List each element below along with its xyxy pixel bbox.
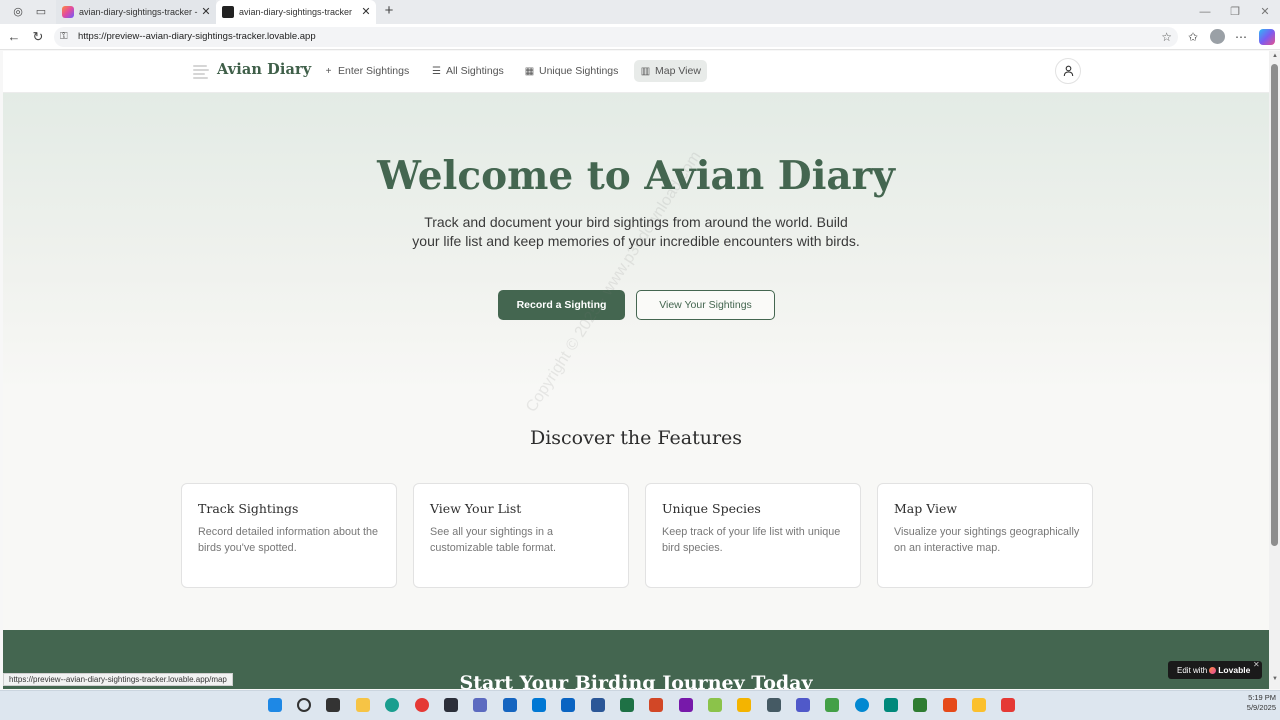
plus-icon: +: [325, 66, 332, 77]
list-icon: ☰: [432, 66, 441, 77]
site-header: Avian Diary + Enter Sightings ☰ All Sighti…: [3, 51, 1269, 93]
excel-icon[interactable]: [620, 698, 634, 712]
nav-label: Enter Sightings: [338, 65, 410, 77]
hero-title: Welcome to Avian Diary: [377, 153, 895, 199]
user-account-button[interactable]: [1055, 58, 1081, 84]
features-title: Discover the Features: [529, 427, 743, 449]
browser-tab[interactable]: avian-diary-sightings-tracker - Lo ✕: [56, 0, 216, 24]
scroll-down-icon[interactable]: ▼: [1272, 676, 1278, 682]
feature-card-description: Visualize your sightings geographically …: [894, 526, 1080, 554]
edge-icon[interactable]: [385, 698, 399, 712]
back-icon[interactable]: ←: [6, 29, 22, 45]
feature-card-title: Unique Species: [662, 501, 761, 516]
chrome-icon[interactable]: [415, 698, 429, 712]
app-icon[interactable]: [913, 698, 927, 712]
app-icon[interactable]: [561, 698, 575, 712]
user-icon: [1063, 65, 1074, 77]
feature-card: Unique Species Keep track of your life l…: [645, 483, 861, 588]
nav-unique-sightings[interactable]: ▦ Unique Sightings: [518, 60, 624, 82]
view-sightings-button[interactable]: View Your Sightings: [636, 290, 775, 320]
status-link-preview: https://preview--avian-diary-sightings-t…: [3, 673, 233, 686]
app-icon[interactable]: [473, 698, 487, 712]
browser-tab-title: avian-diary-sightings-tracker: [239, 7, 353, 17]
close-window-icon[interactable]: ✕: [1250, 0, 1280, 24]
nav-label: Map View: [655, 65, 701, 77]
close-tab-icon[interactable]: ✕: [360, 0, 372, 24]
feature-card-title: View Your List: [430, 501, 522, 516]
browser-tab-active[interactable]: avian-diary-sightings-tracker ✕: [216, 0, 376, 24]
feature-card-description: Keep track of your life list with unique…: [662, 526, 841, 554]
feature-card-description: See all your sightings in a customizable…: [430, 526, 557, 554]
app-icon[interactable]: [767, 698, 781, 712]
app-icon[interactable]: [1001, 698, 1015, 712]
clock-time: 5:19 PM: [1248, 693, 1276, 702]
feature-card: Track Sightings Record detailed informat…: [181, 483, 397, 588]
outlook-icon[interactable]: [532, 698, 546, 712]
address-url[interactable]: https://preview--avian-diary-sightings-t…: [78, 27, 316, 47]
app-icon[interactable]: [855, 698, 869, 712]
feature-card-description: Record detailed information about the bi…: [198, 526, 379, 554]
clock-date: 5/9/2025: [1246, 703, 1276, 712]
app-icon[interactable]: [825, 698, 839, 712]
feature-card: Map View Visualize your sightings geogra…: [877, 483, 1093, 588]
site-favicon-icon: [222, 6, 234, 18]
map-icon: ▥: [640, 66, 651, 77]
browser-tab-title: avian-diary-sightings-tracker - Lo: [79, 7, 198, 17]
app-icon[interactable]: [503, 698, 517, 712]
scroll-up-icon[interactable]: ▲: [1272, 53, 1278, 59]
favorite-star-icon[interactable]: ☆: [1161, 28, 1172, 46]
calendar-icon: ▦: [524, 66, 535, 77]
close-tab-icon[interactable]: ✕: [200, 0, 212, 24]
close-badge-icon[interactable]: ✕: [1253, 660, 1260, 669]
feature-card-title: Map View: [894, 501, 958, 516]
address-bar[interactable]: ⚿ https://preview--avian-diary-sightings…: [54, 27, 1178, 47]
word-icon[interactable]: [591, 698, 605, 712]
nav-all-sightings[interactable]: ☰ All Sightings: [425, 60, 510, 82]
feature-card: View Your List See all your sightings in…: [413, 483, 629, 588]
app-icon[interactable]: [943, 698, 957, 712]
windows-taskbar: [0, 690, 1280, 720]
lock-icon: ⚿: [60, 31, 68, 42]
feature-card-title: Track Sightings: [198, 501, 299, 516]
badge-brand: Lovable: [1218, 665, 1251, 675]
page-viewport: Avian Diary + Enter Sightings ☰ All Sighti…: [3, 51, 1269, 689]
more-menu-icon[interactable]: ⋯: [1233, 29, 1249, 45]
badge-prefix: Edit with: [1177, 666, 1208, 675]
start-icon[interactable]: [268, 698, 282, 712]
favorites-icon[interactable]: ✩: [1185, 29, 1201, 45]
file-explorer-icon[interactable]: [356, 698, 370, 712]
edit-with-lovable-badge[interactable]: Edit with Lovable: [1168, 661, 1262, 679]
app-icon[interactable]: [737, 698, 751, 712]
lovable-heart-icon: [1209, 667, 1217, 674]
nav-enter-sightings[interactable]: + Enter Sightings: [317, 60, 415, 82]
browser-tab-bar: ◎ ▭ avian-diary-sightings-tracker - Lo ✕…: [0, 0, 1280, 24]
workspaces-icon[interactable]: ◎: [10, 4, 26, 20]
new-tab-icon[interactable]: +: [380, 2, 398, 20]
system-clock[interactable]: 5:19 PM 5/9/2025: [1228, 693, 1276, 713]
lovable-favicon-icon: [62, 6, 74, 18]
browser-toolbar: ← ↻ ⚿ https://preview--avian-diary-sight…: [0, 24, 1280, 50]
copilot-icon[interactable]: [1259, 29, 1275, 45]
refresh-icon[interactable]: ↻: [30, 29, 46, 45]
nav-label: All Sightings: [446, 65, 504, 77]
maximize-icon[interactable]: ❐: [1220, 0, 1250, 24]
task-view-icon[interactable]: [326, 698, 340, 712]
tab-actions-icon[interactable]: ▭: [33, 4, 49, 20]
app-icon[interactable]: [708, 698, 722, 712]
teams-icon[interactable]: [796, 698, 810, 712]
minimize-icon[interactable]: —: [1190, 0, 1220, 24]
onenote-icon[interactable]: [679, 698, 693, 712]
nav-map-view[interactable]: ▥ Map View: [634, 60, 707, 82]
logo-icon[interactable]: [191, 62, 211, 82]
nav-label: Unique Sightings: [539, 65, 619, 77]
search-icon[interactable]: [297, 698, 311, 712]
app-icon[interactable]: [972, 698, 986, 712]
terminal-icon[interactable]: [444, 698, 458, 712]
powerpoint-icon[interactable]: [649, 698, 663, 712]
scrollbar-thumb[interactable]: [1271, 64, 1278, 546]
app-icon[interactable]: [884, 698, 898, 712]
profile-avatar[interactable]: [1210, 29, 1225, 44]
brand-name[interactable]: Avian Diary: [217, 61, 311, 78]
